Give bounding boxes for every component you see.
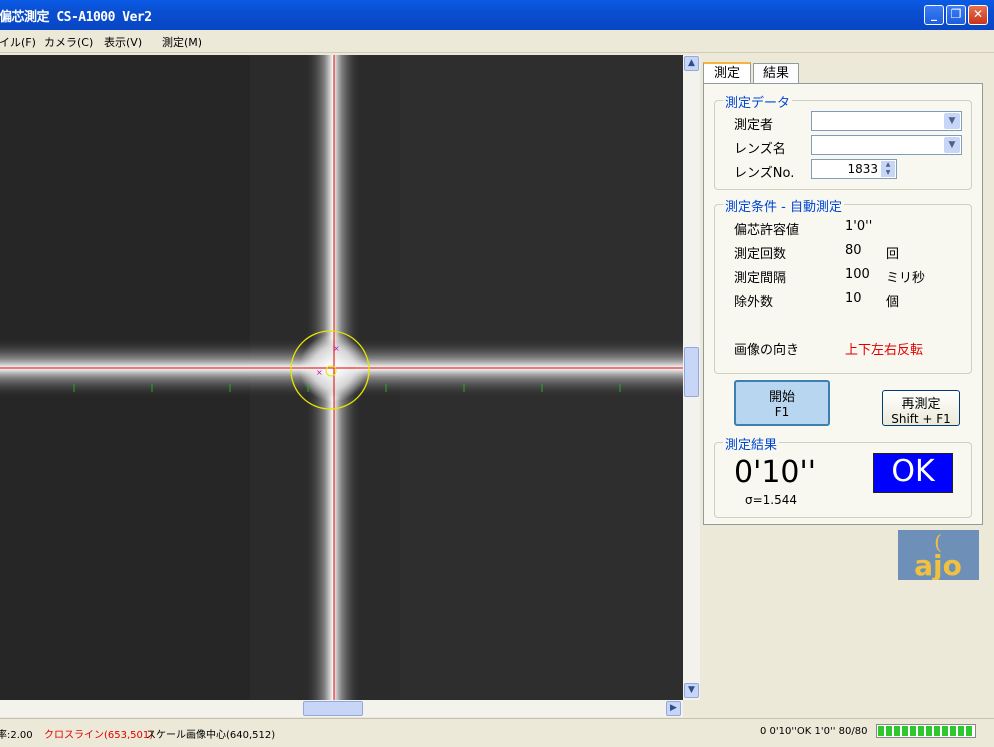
ajo-logo: ( ajo: [898, 530, 979, 582]
chevron-down-icon[interactable]: ▼: [944, 113, 960, 129]
start-label: 開始: [768, 390, 795, 405]
crossline-text: クロスライン(653,501): [44, 730, 154, 741]
horizontal-scroll-thumb[interactable]: [303, 701, 363, 716]
status-bar: 倍率:2.00 クロスライン(653,501) スケール画像中心(640,512…: [0, 718, 994, 747]
condition-label: 測定間隔: [734, 271, 787, 286]
menu-measure[interactable]: 測定(M): [162, 34, 202, 50]
condition-value: 10: [845, 291, 862, 306]
remeasure-button[interactable]: 再測定 Shift + F1: [882, 390, 960, 426]
spin-down-icon[interactable]: ▼: [881, 169, 895, 177]
lens-name-label: レンズ名: [734, 142, 786, 157]
start-button[interactable]: 開始 F1: [734, 380, 830, 426]
remeasure-label: 再測定: [901, 397, 941, 412]
measure-data-title: 測定データ: [723, 92, 793, 111]
condition-value: 100: [845, 267, 870, 282]
horizontal-scrollbar[interactable]: ▶: [0, 700, 683, 717]
scale-center-text: スケール画像中心(640,512): [146, 730, 276, 741]
remeasure-shortcut: Shift + F1: [891, 412, 951, 426]
scale-text: 倍率:2.00: [0, 730, 33, 741]
lens-no-stepper[interactable]: 1833 ▲ ▼: [811, 159, 897, 179]
condition-unit: 個: [886, 295, 900, 310]
vertical-scroll-thumb[interactable]: [684, 347, 699, 397]
scroll-down-icon[interactable]: ▼: [684, 683, 699, 698]
conditions-title: 測定条件 - 自動測定: [723, 196, 844, 215]
orientation-label: 画像の向き: [734, 343, 800, 358]
condition-label: 偏芯許容値: [734, 223, 800, 238]
tab-measure[interactable]: 測定: [703, 62, 751, 84]
start-shortcut: F1: [774, 405, 790, 419]
result-group: 測定結果 0'10'' σ=1.544 OK: [714, 434, 972, 518]
measure-tab-pane: 測定データ 測定者 ▼ レンズ名 ▼ レンズNo. 1833 ▲ ▼ 測定条件 …: [703, 83, 983, 525]
conditions-group: 測定条件 - 自動測定 偏芯許容値 1'0'' 測定回数 80 回 測定間隔 1…: [714, 196, 972, 374]
lens-no-value: 1833: [847, 162, 878, 176]
menu-file[interactable]: ファイル(F): [0, 34, 36, 50]
condition-label: 測定回数: [734, 247, 787, 262]
lens-no-label: レンズNo.: [734, 166, 795, 181]
chevron-down-icon[interactable]: ▼: [944, 137, 960, 153]
result-value: 0'10'': [734, 455, 817, 490]
operator-combo[interactable]: ▼: [811, 111, 962, 131]
summary-text: 0 0'10''OK 1'0'' 80/80: [760, 726, 868, 737]
window-title: 透過偏芯測定 CS-A1000 Ver2: [0, 10, 152, 25]
tab-result[interactable]: 結果: [753, 63, 799, 83]
minimize-button[interactable]: _: [924, 5, 944, 25]
title-bar: 透過偏芯測定 CS-A1000 Ver2 _ ❐ ✕: [0, 0, 994, 30]
camera-image: × ×: [0, 55, 683, 700]
ok-verdict-badge: OK: [873, 453, 953, 493]
measure-data-group: 測定データ 測定者 ▼ レンズ名 ▼ レンズNo. 1833 ▲ ▼: [714, 92, 972, 190]
logo-text: ajo: [914, 549, 962, 580]
condition-unit: ミリ秒: [886, 271, 926, 286]
camera-image-view[interactable]: × ×: [0, 55, 683, 700]
sigma-value: σ=1.544: [745, 493, 798, 507]
result-title: 測定結果: [723, 434, 780, 453]
condition-unit: 回: [886, 247, 900, 262]
scroll-right-icon[interactable]: ▶: [666, 701, 681, 716]
progress-fill: [878, 726, 974, 736]
svg-text:×: ×: [333, 344, 340, 353]
condition-value: 1'0'': [845, 219, 873, 234]
operator-label: 測定者: [734, 118, 774, 133]
vertical-scrollbar[interactable]: ▲ ▼: [683, 55, 700, 700]
maximize-button[interactable]: ❐: [946, 5, 966, 25]
condition-label: 除外数: [734, 295, 774, 310]
scroll-up-icon[interactable]: ▲: [684, 56, 699, 71]
measurement-progress-bar: [876, 724, 976, 738]
orientation-value: 上下左右反転: [845, 343, 924, 358]
condition-value: 80: [845, 243, 862, 258]
menu-camera[interactable]: カメラ(C): [44, 34, 93, 50]
spin-up-icon[interactable]: ▲: [881, 161, 895, 169]
svg-text:×: ×: [316, 368, 323, 377]
menu-view[interactable]: 表示(V): [104, 34, 142, 50]
close-button[interactable]: ✕: [968, 5, 988, 25]
lens-name-combo[interactable]: ▼: [811, 135, 962, 155]
menu-bar: ファイル(F) カメラ(C) 表示(V) 測定(M): [0, 30, 994, 53]
control-panel: 測定 結果 測定データ 測定者 ▼ レンズ名 ▼ レンズNo. 1833 ▲ ▼: [700, 55, 994, 717]
